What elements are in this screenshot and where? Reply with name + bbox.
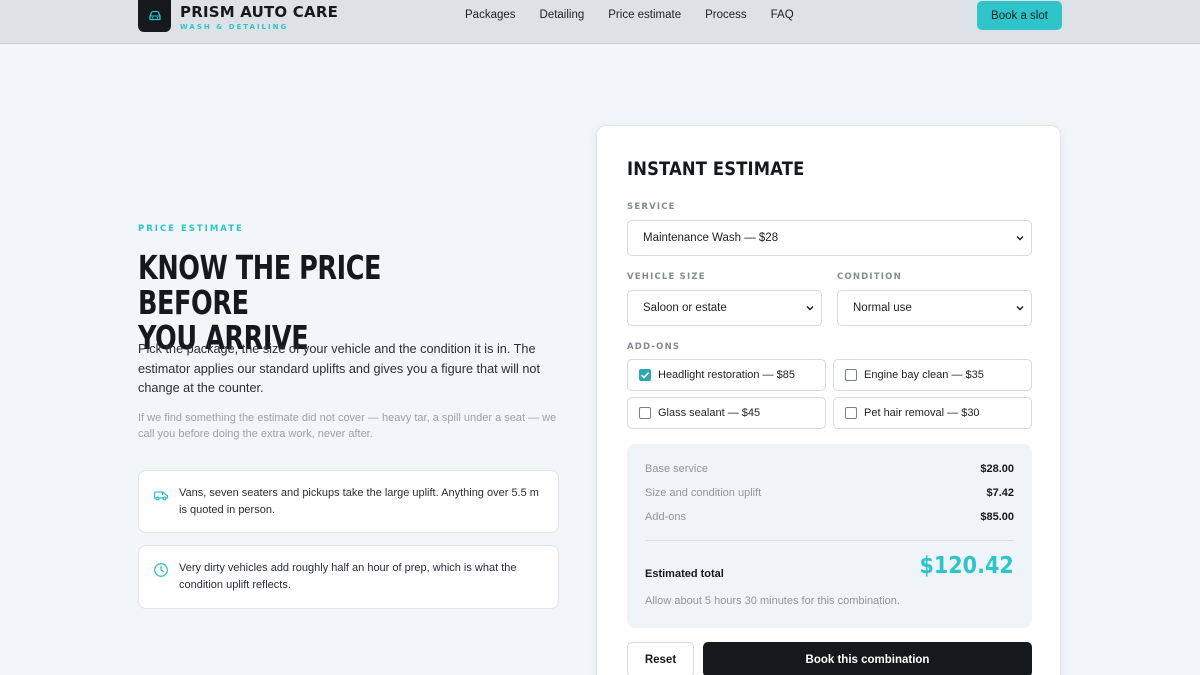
- condition-select[interactable]: Normal use: [837, 290, 1032, 326]
- vehicle-size-label: VEHICLE SIZE: [627, 272, 706, 282]
- nav-link-packages[interactable]: Packages: [465, 9, 516, 21]
- reset-button[interactable]: Reset: [627, 642, 694, 675]
- summary-row-base: Base service $28.00: [645, 463, 1014, 479]
- nav-link-detailing[interactable]: Detailing: [540, 9, 585, 21]
- car-icon: [148, 10, 161, 21]
- addon-checkbox[interactable]: [845, 369, 857, 381]
- summary-key: Size and condition uplift: [645, 487, 762, 499]
- addon-label: Headlight restoration — $85: [658, 369, 795, 381]
- book-combination-button[interactable]: Book this combination: [703, 642, 1032, 675]
- nav-link-price-estimate[interactable]: Price estimate: [608, 9, 681, 21]
- brand-tagline: WASH & DETAILING: [180, 23, 289, 31]
- summary-key: Add-ons: [645, 511, 686, 523]
- estimate-summary: Base service $28.00 Size and condition u…: [627, 444, 1032, 628]
- addon-checkbox[interactable]: [639, 407, 651, 419]
- addon-headlight-restoration[interactable]: Headlight restoration — $85: [627, 359, 826, 391]
- time-note: Allow about 5 hours 30 minutes for this …: [645, 595, 900, 607]
- addon-pet-hair-removal[interactable]: Pet hair removal — $30: [833, 397, 1032, 429]
- total-value: $120.42: [919, 553, 1014, 579]
- van-icon: [153, 491, 169, 501]
- logo[interactable]: [138, 0, 171, 32]
- hero-eyebrow: PRICE ESTIMATE: [138, 224, 244, 234]
- addons-label: ADD-ONS: [627, 342, 681, 352]
- summary-row-addons: Add-ons $85.00: [645, 511, 1014, 527]
- service-label: SERVICE: [627, 202, 676, 212]
- nav-link-process[interactable]: Process: [705, 9, 747, 21]
- vehicle-size-select-value: Saloon or estate: [643, 302, 727, 314]
- brand-name: PRISM AUTO CARE: [180, 3, 339, 21]
- addon-label: Pet hair removal — $30: [864, 407, 980, 419]
- summary-value: $28.00: [980, 463, 1014, 475]
- clock-icon: [154, 563, 168, 577]
- estimate-title: INSTANT ESTIMATE: [627, 158, 805, 180]
- summary-value: $85.00: [980, 511, 1014, 523]
- condition-label: CONDITION: [837, 272, 902, 282]
- info-card-text: Very dirty vehicles add roughly half an …: [179, 562, 517, 591]
- check-icon: [640, 372, 650, 379]
- addon-checkbox[interactable]: [845, 407, 857, 419]
- addon-checkbox-checked[interactable]: [639, 369, 651, 381]
- condition-select-value: Normal use: [853, 302, 912, 314]
- info-card-condition: Very dirty vehicles add roughly half an …: [138, 545, 559, 609]
- instant-estimate-panel: INSTANT ESTIMATE SERVICE Maintenance Was…: [596, 125, 1061, 675]
- addon-label: Engine bay clean — $35: [864, 369, 984, 381]
- top-navbar: PRISM AUTO CARE WASH & DETAILING Package…: [0, 0, 1200, 44]
- hero-note: If we find something the estimate did no…: [138, 412, 557, 440]
- addon-glass-sealant[interactable]: Glass sealant — $45: [627, 397, 826, 429]
- service-select[interactable]: Maintenance Wash — $28: [627, 220, 1032, 256]
- total-label: Estimated total: [645, 568, 724, 580]
- book-slot-button[interactable]: Book a slot: [977, 1, 1062, 30]
- summary-value: $7.42: [986, 487, 1014, 499]
- chevron-down-icon: [1016, 236, 1024, 241]
- summary-row-uplift: Size and condition uplift $7.42: [645, 487, 1014, 503]
- service-select-value: Maintenance Wash — $28: [643, 232, 779, 244]
- addon-engine-bay-clean[interactable]: Engine bay clean — $35: [833, 359, 1032, 391]
- hero-title-line1: KNOW THE PRICE BEFORE: [138, 248, 382, 322]
- summary-key: Base service: [645, 463, 708, 475]
- nav-links: Packages Detailing Price estimate Proces…: [465, 9, 818, 21]
- info-card-vehicle-size: Vans, seven seaters and pickups take the…: [138, 470, 559, 533]
- info-card-text: Vans, seven seaters and pickups take the…: [179, 487, 539, 516]
- addon-label: Glass sealant — $45: [658, 407, 761, 419]
- vehicle-size-select[interactable]: Saloon or estate: [627, 290, 822, 326]
- nav-link-faq[interactable]: FAQ: [771, 9, 794, 21]
- summary-divider: [645, 540, 1014, 541]
- chevron-down-icon: [806, 306, 814, 311]
- chevron-down-icon: [1016, 306, 1024, 311]
- hero-description: Pick the package, the size of your vehic…: [138, 342, 540, 395]
